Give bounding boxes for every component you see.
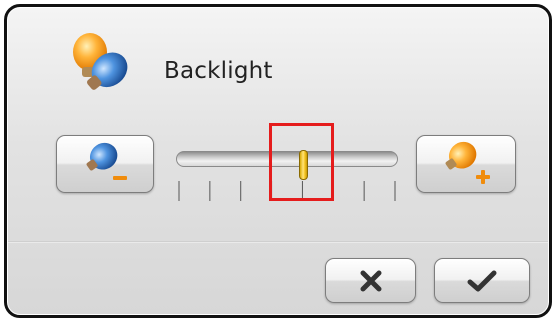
cancel-button[interactable] xyxy=(325,258,416,303)
bulb-plus-icon xyxy=(445,141,490,184)
checkmark-icon xyxy=(467,270,497,291)
footer-divider xyxy=(8,241,548,243)
backlight-bulbs-icon xyxy=(73,33,128,90)
increase-brightness-button[interactable] xyxy=(416,135,516,193)
bulb-minus-icon xyxy=(86,142,127,180)
x-icon xyxy=(360,270,381,291)
decrease-brightness-button[interactable] xyxy=(56,135,154,193)
ok-button[interactable] xyxy=(434,258,530,303)
selection-highlight-box xyxy=(269,123,334,201)
dialog-title: Backlight xyxy=(164,58,273,84)
